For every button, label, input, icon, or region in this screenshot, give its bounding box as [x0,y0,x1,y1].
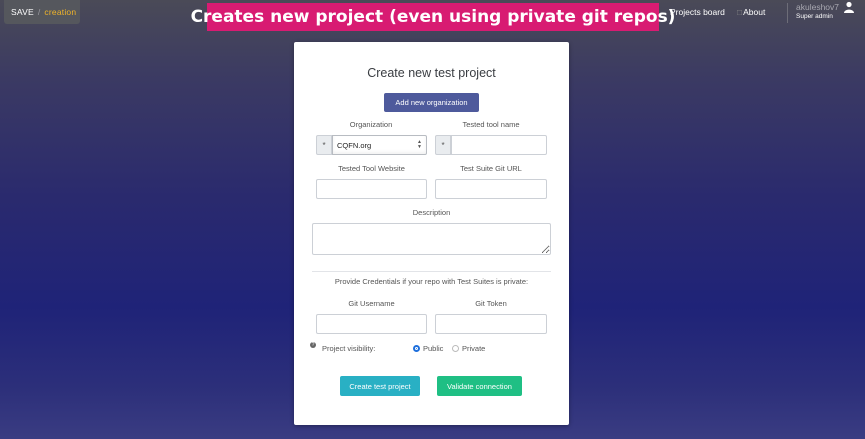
tested-tool-website-label: Tested Tool Website [338,164,405,173]
credentials-hint: Provide Credentials if your repo with Te… [334,277,529,286]
git-username-label: Git Username [348,299,395,308]
tested-tool-name-label: Tested tool name [462,120,520,129]
nav-about[interactable]: □About [737,7,765,17]
page-title: Create new test project [367,66,496,80]
visibility-private-radio[interactable] [452,345,459,352]
organization-required-marker: * [316,135,332,155]
tool-name-required-marker: * [435,135,451,155]
add-organization-button[interactable]: Add new organization [384,93,479,112]
tested-tool-website-input[interactable] [316,179,427,199]
create-project-card: Create new test project Add new organiza… [294,42,569,425]
test-suite-git-url-input[interactable] [435,179,547,199]
section-divider [312,271,551,272]
select-arrows-icon: ▲ ▼ [417,139,422,150]
organization-select-value: CQFN.org [337,140,372,150]
brand-link[interactable]: SAVE [11,7,34,17]
nav-about-label: About [743,7,766,17]
brand-breadcrumb: SAVE / creation [4,0,80,24]
description-label: Description [412,208,451,217]
description-textarea[interactable] [312,223,551,255]
nav-projects-board[interactable]: Projects board [670,7,725,17]
git-token-input[interactable] [435,314,547,334]
tested-tool-name-input[interactable] [451,135,547,155]
breadcrumb-separator: / [37,7,41,17]
organization-label: Organization [349,120,393,129]
test-suite-git-url-label: Test Suite Git URL [460,164,522,173]
help-icon[interactable]: ? [310,342,316,348]
info-icon: □ [737,7,743,17]
git-token-label: Git Token [475,299,507,308]
validate-connection-button[interactable]: Validate connection [437,376,522,396]
visibility-label: Project visibility: [322,344,376,353]
user-avatar-icon[interactable] [843,1,855,13]
visibility-private-label[interactable]: Private [462,344,485,353]
breadcrumb-current[interactable]: creation [44,7,76,17]
visibility-public-radio[interactable] [413,345,420,352]
visibility-public-label[interactable]: Public [423,344,443,353]
user-role: Super admin [796,13,833,20]
create-test-project-button[interactable]: Create test project [340,376,420,396]
user-name[interactable]: akuleshov7 [796,2,839,12]
feature-banner: Creates new project (even using private … [191,3,675,31]
nav-divider [787,3,788,23]
git-username-input[interactable] [316,314,427,334]
organization-select[interactable]: CQFN.org ▲ ▼ [332,135,427,155]
